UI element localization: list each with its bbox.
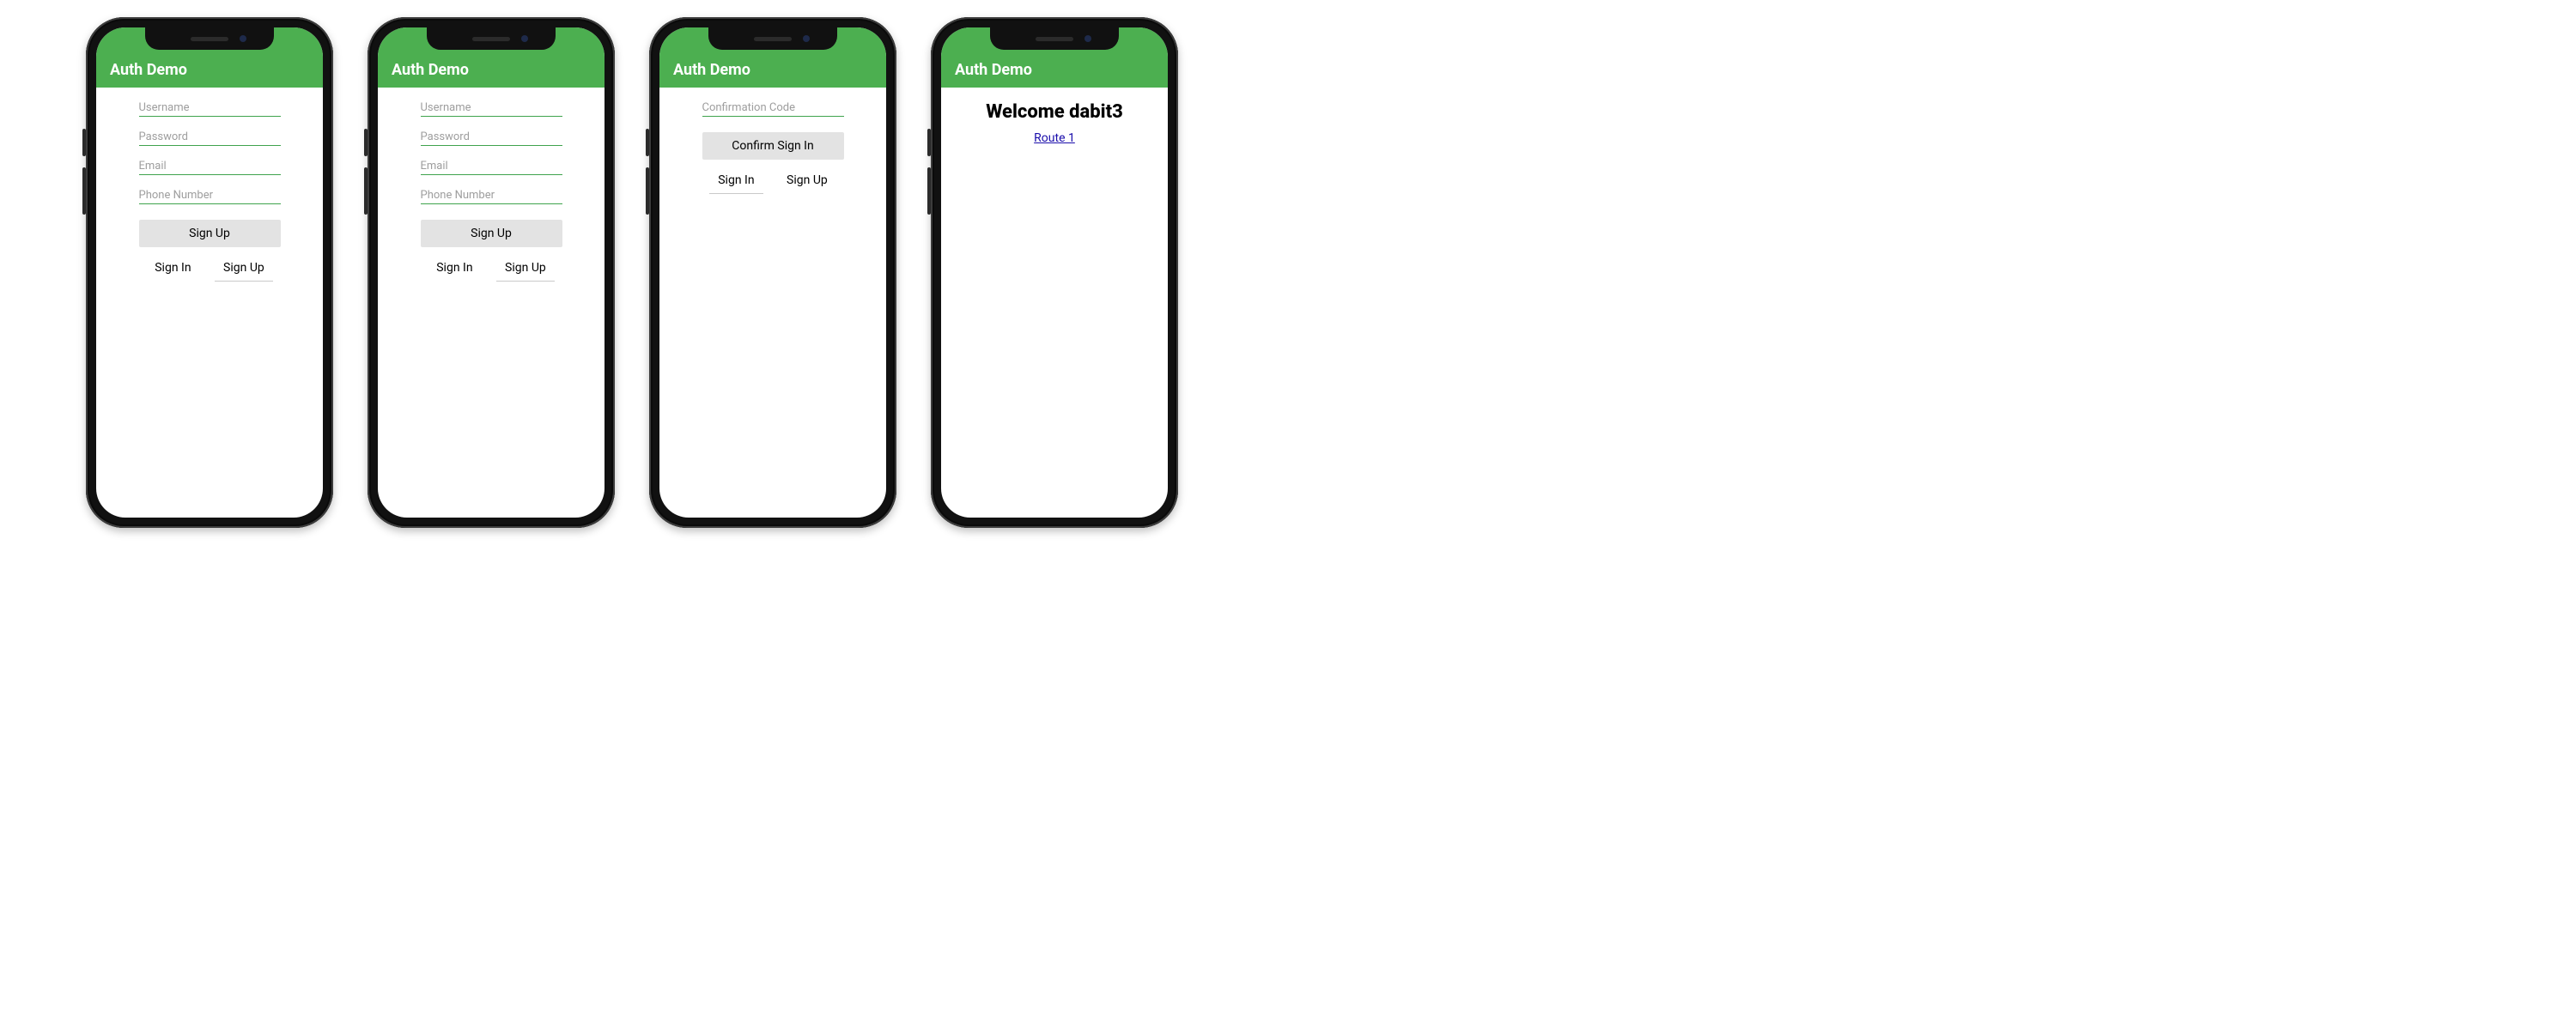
app-title: Auth Demo: [392, 61, 469, 79]
device-notch: [708, 27, 837, 50]
welcome-heading: Welcome dabit3: [986, 101, 1123, 123]
signup-button[interactable]: Sign Up: [139, 220, 281, 247]
signup-button[interactable]: Sign Up: [421, 220, 562, 247]
phone-field[interactable]: Phone Number: [421, 185, 562, 204]
app-title: Auth Demo: [673, 61, 750, 79]
phone-mockup-4: Auth Demo Welcome dabit3 Route 1: [931, 17, 1178, 528]
username-field[interactable]: Username: [139, 98, 281, 117]
phone-mockup-2: Auth Demo Username Password Email Phone …: [368, 17, 615, 528]
speaker-icon: [754, 37, 792, 41]
input-underline: [139, 145, 281, 146]
phone-mockup-3: Auth Demo Confirmation Code Confirm Sign…: [649, 17, 896, 528]
username-field[interactable]: Username: [421, 98, 562, 117]
home-screen: Welcome dabit3 Route 1: [941, 88, 1168, 145]
device-screen: Auth Demo Username Password Email Phone …: [378, 27, 605, 518]
username-placeholder: Username: [139, 98, 281, 116]
device-screen: Auth Demo Confirmation Code Confirm Sign…: [659, 27, 886, 518]
route-link[interactable]: Route 1: [1034, 131, 1075, 145]
device-notch: [990, 27, 1119, 50]
speaker-icon: [191, 37, 228, 41]
camera-icon: [803, 35, 810, 42]
app-title: Auth Demo: [955, 61, 1032, 79]
input-underline: [421, 203, 562, 204]
input-underline: [421, 116, 562, 117]
device-notch: [427, 27, 556, 50]
auth-tabs: Sign In Sign Up: [139, 258, 281, 280]
phone-mockup-1: Auth Demo Username Password Email Phone …: [86, 17, 333, 528]
device-notch: [145, 27, 274, 50]
device-screen: Auth Demo Username Password Email Phone …: [96, 27, 323, 518]
phone-field[interactable]: Phone Number: [139, 185, 281, 204]
speaker-icon: [472, 37, 510, 41]
signup-form: Username Password Email Phone Number Sig…: [378, 88, 605, 280]
input-underline: [421, 145, 562, 146]
input-underline: [421, 174, 562, 175]
signup-form: Username Password Email Phone Number Sig…: [96, 88, 323, 280]
tab-signup[interactable]: Sign Up: [781, 170, 833, 192]
password-placeholder: Password: [139, 127, 281, 145]
email-field[interactable]: Email: [421, 156, 562, 175]
input-underline: [139, 174, 281, 175]
password-field[interactable]: Password: [139, 127, 281, 146]
confirm-signin-button[interactable]: Confirm Sign In: [702, 132, 844, 160]
auth-tabs: Sign In Sign Up: [702, 170, 844, 192]
camera-icon: [240, 35, 246, 42]
email-field[interactable]: Email: [139, 156, 281, 175]
speaker-icon: [1036, 37, 1073, 41]
auth-tabs: Sign In Sign Up: [421, 258, 562, 280]
confirmation-code-field[interactable]: Confirmation Code: [702, 98, 844, 117]
password-placeholder: Password: [421, 127, 562, 145]
camera-icon: [1084, 35, 1091, 42]
phone-placeholder: Phone Number: [139, 185, 281, 203]
app-title: Auth Demo: [110, 61, 187, 79]
confirm-form: Confirmation Code Confirm Sign In Sign I…: [659, 88, 886, 192]
tab-signup[interactable]: Sign Up: [218, 258, 270, 280]
camera-icon: [521, 35, 528, 42]
tab-signup[interactable]: Sign Up: [500, 258, 551, 280]
input-underline: [139, 203, 281, 204]
email-placeholder: Email: [139, 156, 281, 174]
tab-signin[interactable]: Sign In: [713, 170, 759, 192]
phone-placeholder: Phone Number: [421, 185, 562, 203]
username-placeholder: Username: [421, 98, 562, 116]
input-underline: [139, 116, 281, 117]
input-underline: [702, 116, 844, 117]
device-screen: Auth Demo Welcome dabit3 Route 1: [941, 27, 1168, 518]
tab-signin[interactable]: Sign In: [149, 258, 196, 280]
tab-signin[interactable]: Sign In: [431, 258, 477, 280]
email-placeholder: Email: [421, 156, 562, 174]
confirmation-code-placeholder: Confirmation Code: [702, 98, 844, 116]
password-field[interactable]: Password: [421, 127, 562, 146]
